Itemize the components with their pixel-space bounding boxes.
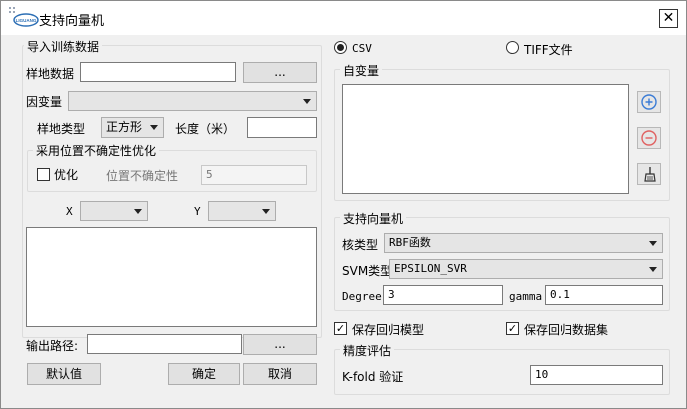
kfold-label: K-fold 验证: [342, 370, 404, 384]
independent-variables-group-label: 自变量: [340, 62, 383, 79]
title-bar: LIGUANG 支持向量机 ✕: [1, 1, 686, 35]
plot-type-select[interactable]: 正方形: [101, 117, 164, 138]
output-path-browse-button[interactable]: ...: [243, 334, 317, 355]
default-button[interactable]: 默认值: [27, 363, 101, 385]
y-column-select[interactable]: [208, 201, 276, 221]
clear-variables-button[interactable]: [637, 163, 661, 185]
y-label: Y: [194, 205, 201, 218]
app-logo-icon: LIGUANG: [7, 7, 39, 27]
kfold-input[interactable]: 10: [530, 365, 663, 385]
svm-type-select[interactable]: EPSILON_SVR: [389, 259, 663, 279]
gamma-input[interactable]: 0.1: [545, 285, 663, 305]
dependent-variable-label: 因变量: [26, 95, 63, 109]
svm-type-value: EPSILON_SVR: [394, 262, 467, 275]
plot-data-browse-button[interactable]: ...: [243, 62, 317, 83]
plus-circle-icon: [641, 94, 657, 110]
plot-type-label: 样地类型: [37, 122, 86, 136]
length-label: 长度（米）: [175, 122, 236, 136]
plot-data-input[interactable]: [80, 62, 236, 82]
plot-type-value: 正方形: [106, 120, 143, 134]
window-title: 支持向量机: [39, 14, 105, 29]
degree-input[interactable]: 3: [383, 285, 503, 305]
x-column-select[interactable]: [80, 201, 148, 221]
chevron-down-icon: [649, 267, 657, 272]
data-preview-list[interactable]: [26, 227, 317, 327]
chevron-down-icon: [262, 209, 270, 214]
kernel-type-label: 核类型: [342, 238, 379, 252]
csv-label: CSV: [352, 42, 372, 55]
output-path-label: 输出路径:: [26, 339, 79, 353]
logo-text: LIGUANG: [16, 18, 37, 23]
output-path-input[interactable]: [87, 334, 242, 354]
chevron-down-icon: [649, 241, 657, 246]
dependent-variable-select[interactable]: [68, 91, 317, 111]
degree-label: Degree: [342, 290, 382, 303]
csv-radio[interactable]: [334, 41, 347, 54]
remove-variable-button[interactable]: [637, 127, 661, 149]
uncertainty-group-label: 采用位置不确定性优化: [33, 142, 160, 159]
gamma-label: gamma: [509, 290, 543, 303]
save-dataset-checkbox[interactable]: ✓: [506, 322, 519, 335]
chevron-down-icon: [150, 125, 158, 130]
train-data-group-label: 导入训练数据: [24, 38, 103, 55]
kernel-type-select[interactable]: RBF函数: [384, 233, 663, 253]
svm-type-label: SVM类型: [342, 264, 393, 278]
optimize-label: 优化: [54, 168, 79, 182]
cancel-button[interactable]: 取消: [243, 363, 317, 385]
kernel-type-value: RBF函数: [389, 236, 431, 249]
chevron-down-icon: [303, 99, 311, 104]
independent-variables-list[interactable]: [342, 84, 629, 194]
plot-data-label: 样地数据: [26, 67, 75, 81]
save-model-checkbox[interactable]: ✓: [334, 322, 347, 335]
tiff-radio[interactable]: [506, 41, 519, 54]
position-uncertainty-label: 位置不确定性: [106, 169, 179, 183]
add-variable-button[interactable]: [637, 91, 661, 113]
svm-group-label: 支持向量机: [340, 210, 407, 227]
length-input[interactable]: [247, 117, 317, 138]
dialog-window: LIGUANG 支持向量机 ✕ 导入训练数据 样地数据 ... 因变量 样地类型…: [0, 0, 687, 409]
accuracy-group-label: 精度评估: [340, 342, 395, 359]
close-button[interactable]: ✕: [659, 9, 678, 28]
save-dataset-label: 保存回归数据集: [524, 323, 609, 337]
broom-icon: [644, 167, 656, 182]
minus-circle-icon: [641, 130, 657, 146]
ok-button[interactable]: 确定: [168, 363, 240, 385]
x-label: X: [66, 205, 73, 218]
tiff-label: TIFF文件: [524, 43, 573, 57]
save-model-label: 保存回归模型: [352, 323, 425, 337]
optimize-checkbox[interactable]: [37, 168, 50, 181]
chevron-down-icon: [134, 209, 142, 214]
position-uncertainty-input[interactable]: 5: [201, 165, 307, 185]
